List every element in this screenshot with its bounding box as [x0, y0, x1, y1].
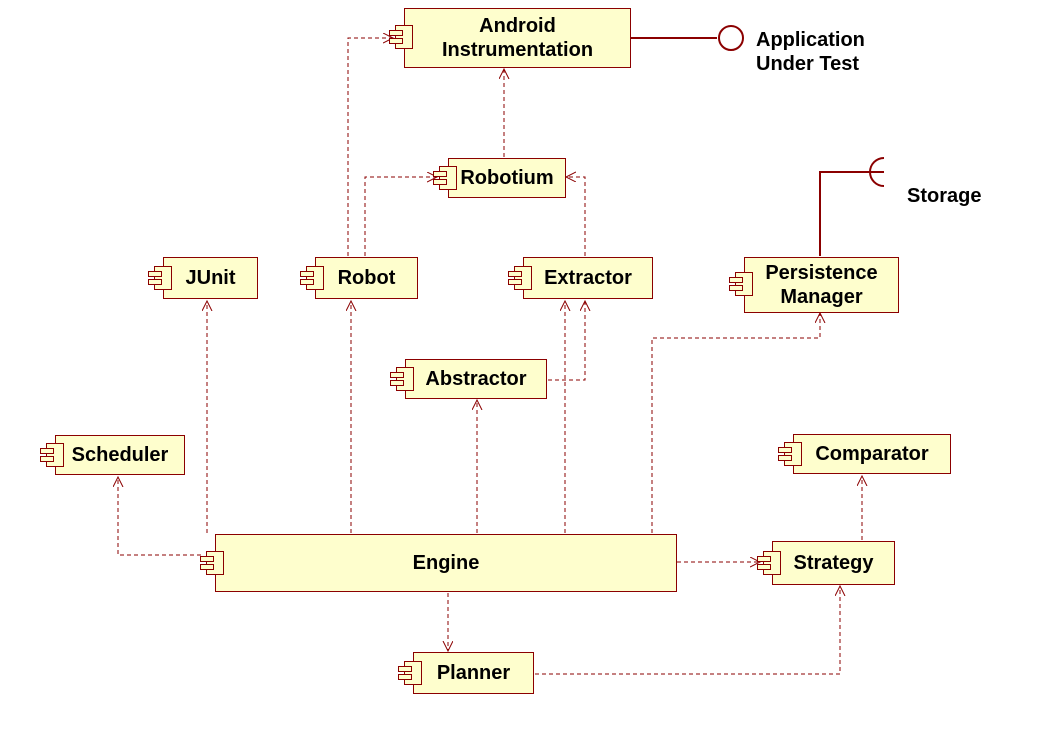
- component-label: Robotium: [460, 166, 553, 190]
- interface-label-storage: Storage: [907, 184, 981, 208]
- component-planner: Planner: [413, 652, 534, 694]
- component-port-icon: [395, 25, 413, 49]
- component-comparator: Comparator: [793, 434, 951, 474]
- interface-label-app-under-test: Application Under Test: [756, 28, 865, 76]
- component-junit: JUnit: [163, 257, 258, 299]
- component-robotium: Robotium: [448, 158, 566, 198]
- component-port-icon: [396, 367, 414, 391]
- component-port-icon: [784, 442, 802, 466]
- component-port-icon: [306, 266, 324, 290]
- component-port-icon: [46, 443, 64, 467]
- component-engine: Engine: [215, 534, 677, 592]
- component-persistence-manager: Persistence Manager: [744, 257, 899, 313]
- component-abstractor: Abstractor: [405, 359, 547, 399]
- component-label: JUnit: [186, 266, 236, 290]
- component-label: Comparator: [815, 442, 928, 466]
- component-label: Strategy: [793, 551, 873, 575]
- component-port-icon: [514, 266, 532, 290]
- component-label: Persistence Manager: [765, 261, 877, 309]
- component-label: Scheduler: [72, 443, 169, 467]
- component-label: Abstractor: [425, 367, 526, 391]
- component-label: Planner: [437, 661, 510, 685]
- component-extractor: Extractor: [523, 257, 653, 299]
- component-label: Engine: [413, 551, 480, 575]
- component-port-icon: [206, 551, 224, 575]
- component-label: Android Instrumentation: [442, 14, 593, 62]
- component-scheduler: Scheduler: [55, 435, 185, 475]
- component-port-icon: [735, 272, 753, 296]
- component-label: Robot: [338, 266, 396, 290]
- component-port-icon: [154, 266, 172, 290]
- component-port-icon: [439, 166, 457, 190]
- component-port-icon: [404, 661, 422, 685]
- component-label: Extractor: [544, 266, 632, 290]
- component-strategy: Strategy: [772, 541, 895, 585]
- component-robot: Robot: [315, 257, 418, 299]
- component-android-instrumentation: Android Instrumentation: [404, 8, 631, 68]
- component-port-icon: [763, 551, 781, 575]
